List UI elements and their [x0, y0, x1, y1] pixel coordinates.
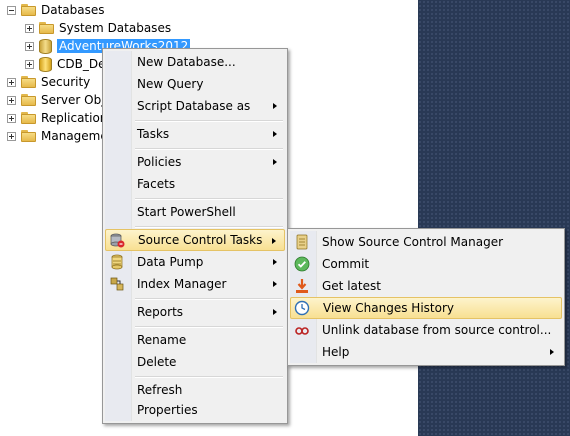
menu-item-label: Get latest — [322, 279, 381, 293]
submenu-arrow-icon — [273, 159, 277, 165]
menu-item-label: Data Pump — [137, 255, 204, 269]
menu-item-facets[interactable]: Facets — [105, 173, 285, 195]
menu-item-label: Delete — [137, 355, 177, 369]
background-panel — [418, 0, 570, 436]
menu-item-label: Tasks — [137, 127, 170, 141]
submenu-arrow-icon — [272, 238, 276, 244]
expand-icon[interactable] — [25, 41, 34, 51]
menu-item-rename[interactable]: Rename — [105, 329, 285, 351]
menu-item-new-query[interactable]: New Query — [105, 73, 285, 95]
submenu-arrow-icon — [273, 259, 277, 265]
database-icon — [39, 56, 52, 72]
tree-node-server-objects[interactable]: Server Obje — [7, 91, 112, 109]
menu-item-show-manager[interactable]: Show Source Control Manager — [290, 231, 562, 253]
submenu-arrow-icon — [273, 103, 277, 109]
folder-icon — [39, 22, 55, 34]
expand-icon[interactable] — [7, 95, 16, 105]
menu-separator — [135, 376, 283, 378]
menu-item-properties[interactable]: Properties — [105, 399, 285, 421]
menu-item-label: Reports — [137, 305, 184, 319]
menu-separator — [135, 326, 283, 328]
menu-item-label: Index Manager — [137, 277, 227, 291]
menu-item-source-control-tasks[interactable]: Source Control Tasks — [105, 229, 285, 251]
tree-node-label: System Databases — [59, 21, 172, 35]
menu-item-label: Rename — [137, 333, 187, 347]
tree-node-replication[interactable]: Replication — [7, 109, 107, 127]
menu-item-help[interactable]: Help — [290, 341, 562, 363]
menu-item-reports[interactable]: Reports — [105, 301, 285, 323]
tree-node-label: Security — [41, 75, 91, 89]
folder-icon — [21, 130, 37, 142]
expand-icon[interactable] — [7, 77, 16, 87]
menu-separator — [135, 120, 283, 122]
menu-item-policies[interactable]: Policies — [105, 151, 285, 173]
tree-node-security[interactable]: Security — [7, 73, 90, 91]
menu-item-start-powershell[interactable]: Start PowerShell — [105, 201, 285, 223]
index-manager-icon — [110, 277, 124, 291]
menu-item-label: Show Source Control Manager — [322, 235, 504, 249]
context-menu: New Database... New Query Script Databas… — [102, 48, 288, 424]
source-control-manager-icon — [296, 234, 308, 250]
history-icon — [294, 300, 310, 316]
menu-item-label: New Database... — [137, 55, 236, 69]
tree-node-databases[interactable]: Databases — [7, 1, 105, 19]
tree-node-label: Manageme — [41, 129, 108, 143]
menu-item-index-manager[interactable]: Index Manager — [105, 273, 285, 295]
tree-node-label: Databases — [41, 3, 105, 17]
tree-node-cdb[interactable]: CDB_De — [25, 55, 105, 73]
database-icon — [39, 38, 52, 54]
menu-separator — [135, 198, 283, 200]
menu-separator — [135, 226, 283, 228]
menu-item-view-changes-history[interactable]: View Changes History — [290, 297, 562, 319]
expand-icon[interactable] — [7, 131, 16, 141]
menu-item-new-database[interactable]: New Database... — [105, 51, 285, 73]
submenu-arrow-icon — [273, 309, 277, 315]
folder-icon — [21, 4, 37, 16]
commit-check-icon — [294, 256, 310, 272]
menu-item-label: Properties — [137, 403, 198, 417]
source-control-submenu: Show Source Control Manager Commit Get l… — [287, 228, 565, 366]
menu-item-refresh[interactable]: Refresh — [105, 379, 285, 401]
submenu-arrow-icon — [550, 349, 554, 355]
tree-node-system-databases[interactable]: System Databases — [25, 19, 171, 37]
menu-item-label: Unlink database from source control... — [322, 323, 552, 337]
expand-icon[interactable] — [25, 23, 34, 33]
menu-item-label: Commit — [322, 257, 370, 271]
menu-item-commit[interactable]: Commit — [290, 253, 562, 275]
folder-icon — [21, 76, 37, 88]
tree-node-label: CDB_De — [57, 57, 106, 71]
menu-item-get-latest[interactable]: Get latest — [290, 275, 562, 297]
folder-icon — [21, 112, 37, 124]
menu-item-data-pump[interactable]: Data Pump — [105, 251, 285, 273]
menu-item-label: Facets — [137, 177, 176, 191]
menu-item-label: View Changes History — [323, 301, 454, 315]
menu-item-unlink[interactable]: Unlink database from source control... — [290, 319, 562, 341]
tree-node-label: Replication — [41, 111, 108, 125]
expand-icon[interactable] — [7, 113, 16, 123]
submenu-arrow-icon — [273, 281, 277, 287]
collapse-icon[interactable] — [7, 5, 16, 15]
source-control-icon — [110, 233, 125, 248]
expand-icon[interactable] — [25, 59, 34, 69]
menu-item-label: Policies — [137, 155, 182, 169]
get-latest-icon — [296, 279, 308, 293]
menu-separator — [135, 298, 283, 300]
menu-item-label: Start PowerShell — [137, 205, 236, 219]
menu-item-label: Script Database as — [137, 99, 251, 113]
menu-separator — [135, 148, 283, 150]
folder-icon — [21, 94, 37, 106]
unlink-icon — [295, 327, 309, 335]
menu-item-label: Help — [322, 345, 350, 359]
data-pump-icon — [111, 254, 123, 270]
tree-node-management[interactable]: Manageme — [7, 127, 108, 145]
menu-item-label: Refresh — [137, 383, 183, 397]
menu-item-label: New Query — [137, 77, 204, 91]
menu-item-script-database-as[interactable]: Script Database as — [105, 95, 285, 117]
menu-item-tasks[interactable]: Tasks — [105, 123, 285, 145]
submenu-arrow-icon — [273, 131, 277, 137]
menu-item-label: Source Control Tasks — [138, 233, 263, 247]
menu-item-delete[interactable]: Delete — [105, 351, 285, 373]
